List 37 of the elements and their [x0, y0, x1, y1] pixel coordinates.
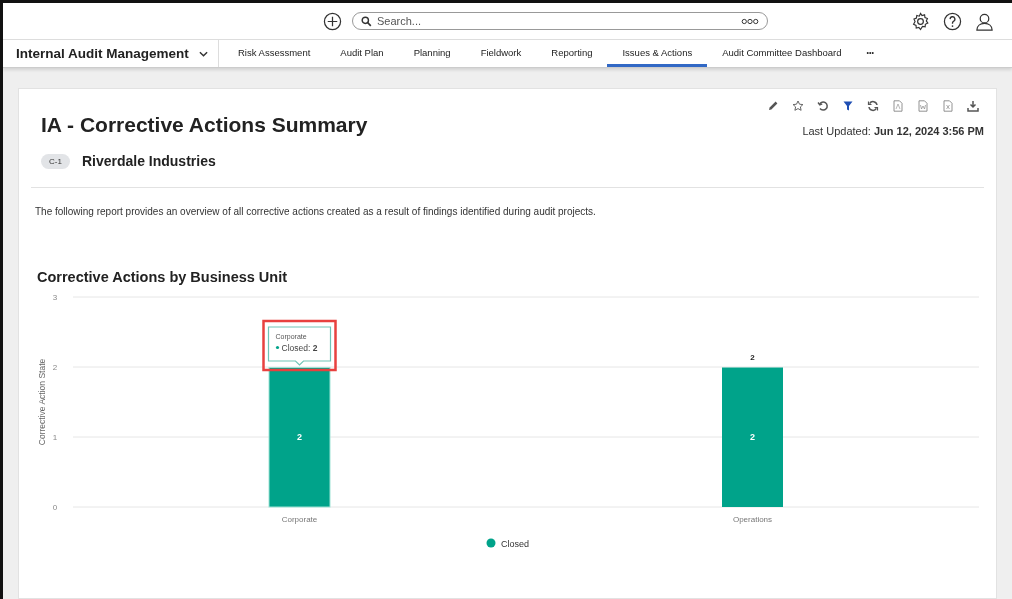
entity-name: Riverdale Industries: [81, 153, 216, 169]
y-axis-title: Corrective Action State: [37, 358, 47, 446]
legend-label[interactable]: Closed: [501, 538, 529, 549]
app-selector[interactable]: Internal Audit Management: [3, 40, 219, 67]
add-icon[interactable]: [323, 11, 342, 31]
y-tick-label: 1: [52, 433, 58, 442]
chart-title: Corrective Actions by Business Unit: [37, 269, 289, 285]
nav-tab[interactable]: Audit Committee Dashboard: [707, 40, 857, 67]
report-title: IA - Corrective Actions Summary: [41, 113, 368, 137]
y-tick-label: 0: [52, 503, 58, 512]
nav-tab[interactable]: Issues & Actions: [607, 40, 708, 67]
search-icon: [361, 15, 372, 27]
nav-tab[interactable]: Audit Plan: [325, 40, 399, 67]
options-icon[interactable]: [741, 17, 759, 25]
download-icon[interactable]: [964, 99, 982, 113]
bar[interactable]: [268, 367, 331, 508]
y-tick-label: 3: [52, 293, 58, 302]
user-icon[interactable]: [975, 11, 994, 31]
settings-icon[interactable]: [911, 11, 930, 31]
bar-value-label: 2: [297, 432, 302, 442]
help-icon[interactable]: [943, 11, 962, 31]
tooltip: [267, 326, 332, 366]
last-updated-text: Last Updated: Jun 12, 2024 3:56 PM: [802, 125, 984, 137]
nav-tab[interactable]: Planning: [398, 40, 466, 67]
chevron-icon[interactable]: [199, 50, 208, 57]
bar-value-label: 2: [750, 432, 755, 442]
search-input[interactable]: Search...: [377, 15, 741, 27]
nav-tab[interactable]: Risk Assessment: [223, 40, 326, 67]
x-axis-label: Corporate: [281, 515, 318, 524]
tooltip-value: Closed: 2: [281, 342, 318, 353]
entity-tag: C-1: [41, 153, 70, 169]
y-tick-label: 2: [52, 363, 58, 372]
bar-total-label: 2: [750, 353, 755, 362]
nav-tab[interactable]: Reporting: [536, 40, 608, 67]
report-description: The following report provides an overview of all corrective actions created as a result of findings identified during audit projects.: [35, 206, 597, 217]
x-axis-label: Operations: [732, 515, 773, 524]
nav-tab[interactable]: Fieldwork: [465, 40, 537, 67]
